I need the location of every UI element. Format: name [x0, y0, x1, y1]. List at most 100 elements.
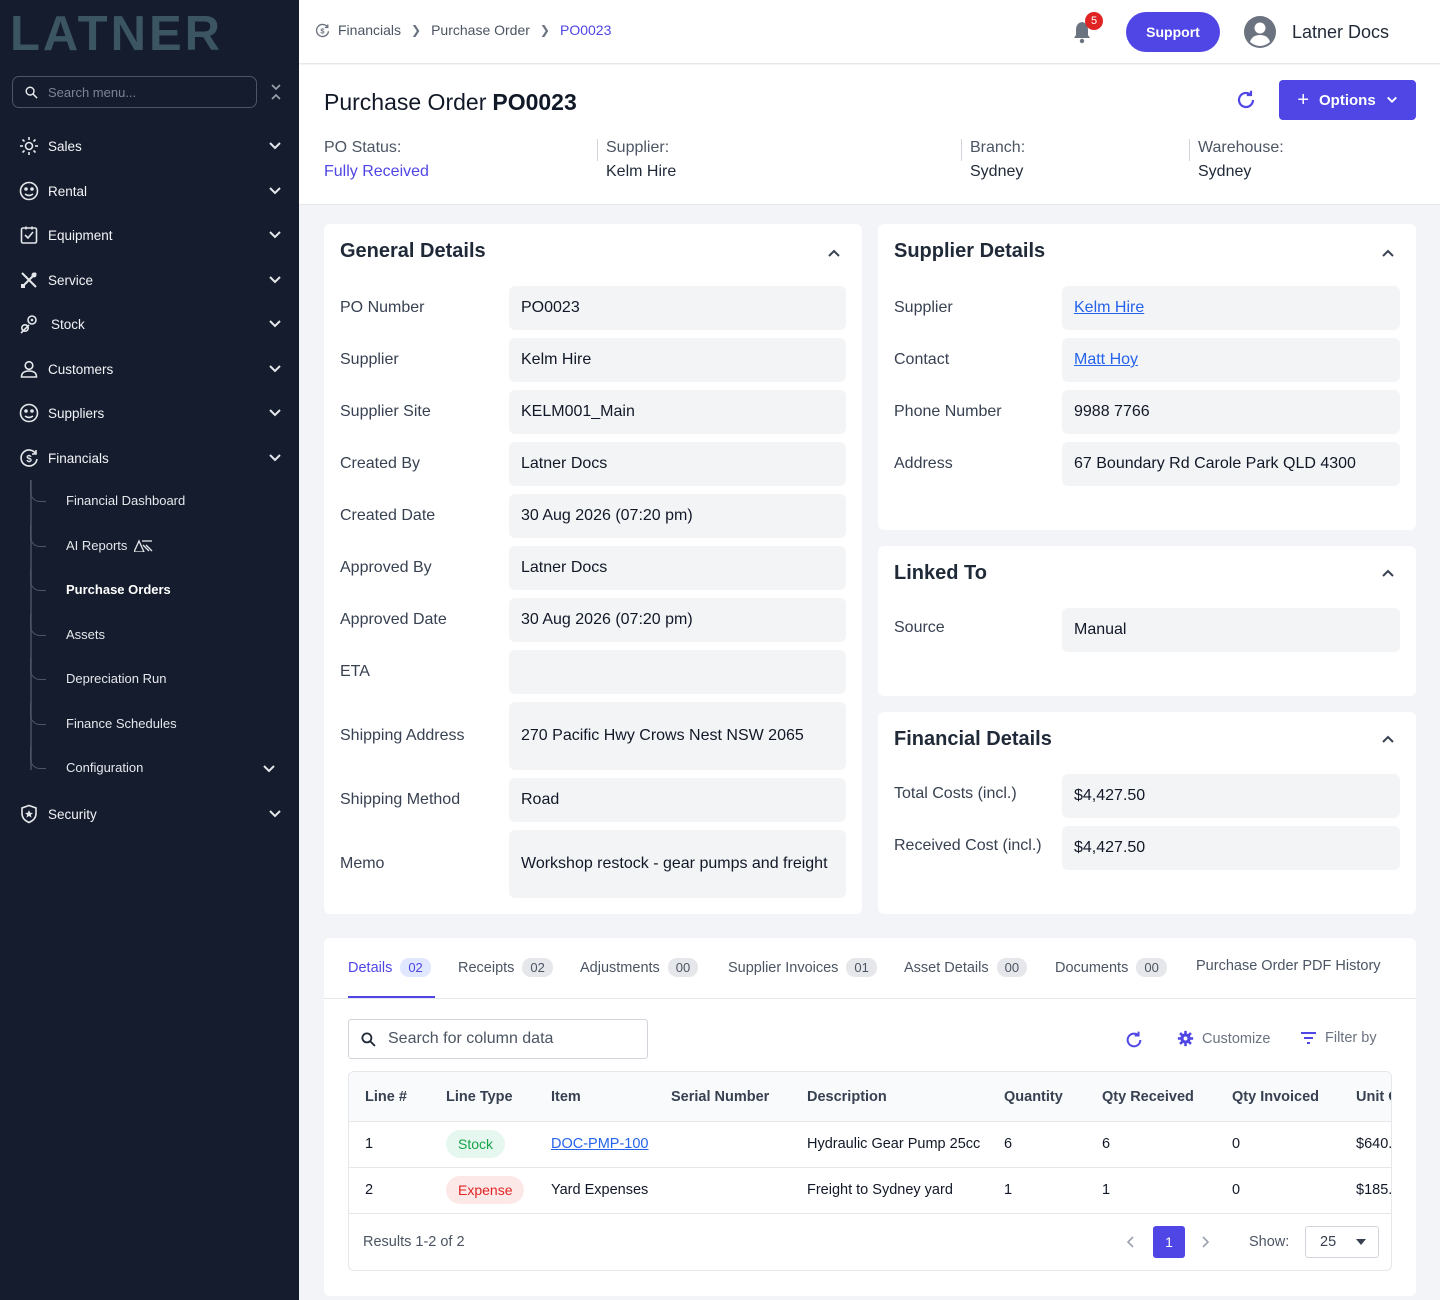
- show-label: Show:: [1249, 1234, 1290, 1250]
- column-header[interactable]: Qty Invoiced: [1232, 1089, 1319, 1105]
- chevron-up-icon[interactable]: [1381, 246, 1395, 260]
- chevron-left-icon[interactable]: [1123, 1234, 1137, 1250]
- chevron-up-icon[interactable]: [1381, 732, 1395, 746]
- breadcrumb-financials[interactable]: Financials: [338, 22, 401, 38]
- column-header[interactable]: Item: [551, 1089, 581, 1105]
- equipment-icon: [18, 224, 40, 246]
- field-label: ETA: [340, 663, 370, 680]
- chevron-up-icon[interactable]: [1381, 566, 1395, 580]
- caret-down-icon: [1356, 1239, 1366, 1245]
- sidebar-item-service[interactable]: Service: [0, 260, 299, 300]
- shipping-method-value: Road: [509, 778, 846, 822]
- refresh-icon[interactable]: [1235, 89, 1257, 111]
- chevron-up-icon[interactable]: [827, 246, 841, 260]
- logo-wordmark: LATNER: [10, 7, 220, 61]
- tab-count: 01: [846, 958, 877, 977]
- tab-documents[interactable]: Documents 00: [1055, 958, 1167, 977]
- tab-label: Details: [348, 959, 393, 976]
- sidebar-sub-financial-dashboard[interactable]: Financial Dashboard: [30, 480, 290, 520]
- chevron-down-icon: [269, 365, 281, 373]
- sidebar-sub-finance-schedules[interactable]: Finance Schedules: [30, 703, 290, 743]
- breadcrumb-current: PO0023: [559, 22, 612, 38]
- cell-description: Freight to Sydney yard: [807, 1182, 953, 1198]
- sidebar-item-sales[interactable]: Sales: [0, 126, 299, 166]
- shipping-address-value: 270 Pacific Hwy Crows Nest NSW 2065: [509, 702, 846, 770]
- search-icon: [361, 1031, 376, 1047]
- sidebar-sub-configuration[interactable]: Configuration: [30, 747, 290, 787]
- sub-item-label: AI Reports: [66, 538, 128, 553]
- column-header[interactable]: Description: [807, 1089, 887, 1105]
- tab-details[interactable]: Details 02: [348, 958, 431, 977]
- tab-supplier-invoices[interactable]: Supplier Invoices 01: [728, 958, 877, 977]
- field-label: Source: [894, 619, 945, 636]
- sidebar-item-equipment[interactable]: Equipment: [0, 215, 299, 255]
- line-type-badge: Expense: [446, 1176, 525, 1204]
- item-link[interactable]: DOC-PMP-100: [551, 1136, 649, 1152]
- avatar[interactable]: [1244, 16, 1276, 48]
- table-row[interactable]: 1 Stock DOC-PMP-100 Hydraulic Gear Pump …: [349, 1122, 1392, 1168]
- latner-logo[interactable]: LATNER: [10, 7, 280, 61]
- supplier-details-card: Supplier Details Supplier Kelm Hire Cont…: [878, 224, 1416, 530]
- sidebar-item-suppliers[interactable]: Suppliers: [0, 393, 299, 433]
- po-status-value: Fully Received: [324, 163, 429, 180]
- column-header[interactable]: Line Type: [446, 1089, 513, 1105]
- sidebar-item-label: Stock: [51, 316, 85, 332]
- tab-purchase-order-pdf-history[interactable]: Purchase Order PDF History: [1196, 958, 1390, 974]
- options-label: Options: [1319, 91, 1376, 109]
- sidebar-item-stock[interactable]: Stock: [0, 304, 299, 344]
- security-icon: [18, 803, 40, 825]
- user-name[interactable]: Latner Docs: [1292, 22, 1389, 43]
- sidebar-sub-purchase-orders[interactable]: Purchase Orders: [30, 569, 290, 609]
- meta-label: Supplier:: [606, 139, 670, 156]
- meta-value: Sydney: [970, 163, 1024, 180]
- chevron-down-icon: [269, 142, 281, 150]
- chevron-down-icon: [1386, 96, 1397, 104]
- breadcrumb-purchase-order[interactable]: Purchase Order: [431, 22, 530, 38]
- column-header[interactable]: Qty Received: [1102, 1089, 1194, 1105]
- sidebar-item-financials[interactable]: $ Financials: [0, 438, 299, 478]
- page-number-button[interactable]: 1: [1153, 1226, 1185, 1258]
- sidebar-item-label: Rental: [48, 183, 88, 199]
- sidebar-item-label: Sales: [48, 138, 82, 154]
- refresh-icon[interactable]: [1124, 1030, 1144, 1050]
- sidebar-sub-depreciation-run[interactable]: Depreciation Run: [30, 658, 290, 698]
- grid-search[interactable]: [348, 1019, 648, 1059]
- sidebar-item-security[interactable]: Security: [0, 794, 299, 834]
- sidebar-sub-ai-reports[interactable]: AI Reports: [30, 525, 290, 565]
- menu-search[interactable]: [12, 76, 257, 108]
- tab-receipts[interactable]: Receipts 02: [458, 958, 553, 977]
- collapse-sidebar-icon[interactable]: [268, 82, 284, 102]
- supplier-link[interactable]: Kelm Hire: [1062, 286, 1400, 330]
- filter-by-button[interactable]: Filter by: [1300, 1030, 1377, 1046]
- cell-item: Yard Expenses: [551, 1182, 649, 1198]
- column-header[interactable]: Quantity: [1004, 1089, 1063, 1105]
- menu-search-input[interactable]: [48, 84, 238, 100]
- contact-link[interactable]: Matt Hoy: [1062, 338, 1400, 382]
- phone-number-value: 9988 7766: [1062, 390, 1400, 434]
- field-label: Address: [894, 455, 953, 472]
- chevron-down-icon: [269, 320, 281, 328]
- sidebar-item-customers[interactable]: Customers: [0, 349, 299, 389]
- column-header[interactable]: Serial Number: [671, 1089, 769, 1105]
- column-header[interactable]: Unit Cost: [1356, 1089, 1391, 1105]
- options-button[interactable]: + Options: [1279, 80, 1416, 120]
- page-size-select[interactable]: 25: [1305, 1226, 1379, 1258]
- column-header[interactable]: Line #: [365, 1089, 407, 1105]
- sidebar-sub-assets[interactable]: Assets: [30, 614, 290, 654]
- table-row[interactable]: 2 Expense Yard Expenses Freight to Sydne…: [349, 1168, 1391, 1214]
- tab-asset-details[interactable]: Asset Details 00: [904, 958, 1028, 977]
- sidebar-item-label: Security: [48, 806, 97, 822]
- sub-item-label: Financial Dashboard: [66, 493, 186, 508]
- customize-button[interactable]: Customize: [1177, 1030, 1271, 1047]
- chevron-down-icon: [269, 409, 281, 417]
- chevron-right-icon[interactable]: [1199, 1234, 1213, 1250]
- tab-adjustments[interactable]: Adjustments 00: [580, 958, 699, 977]
- grid-search-input[interactable]: [388, 1030, 638, 1048]
- support-button[interactable]: Support: [1126, 12, 1220, 52]
- cell-unit-cost: $640.00: [1356, 1136, 1392, 1152]
- meta-warehouse: Warehouse: Sydney: [1198, 139, 1284, 181]
- tab-count: 00: [667, 958, 699, 977]
- sidebar-item-rental[interactable]: Rental: [0, 171, 299, 211]
- card-title: Linked To: [894, 562, 987, 584]
- financials-icon: $: [18, 447, 40, 469]
